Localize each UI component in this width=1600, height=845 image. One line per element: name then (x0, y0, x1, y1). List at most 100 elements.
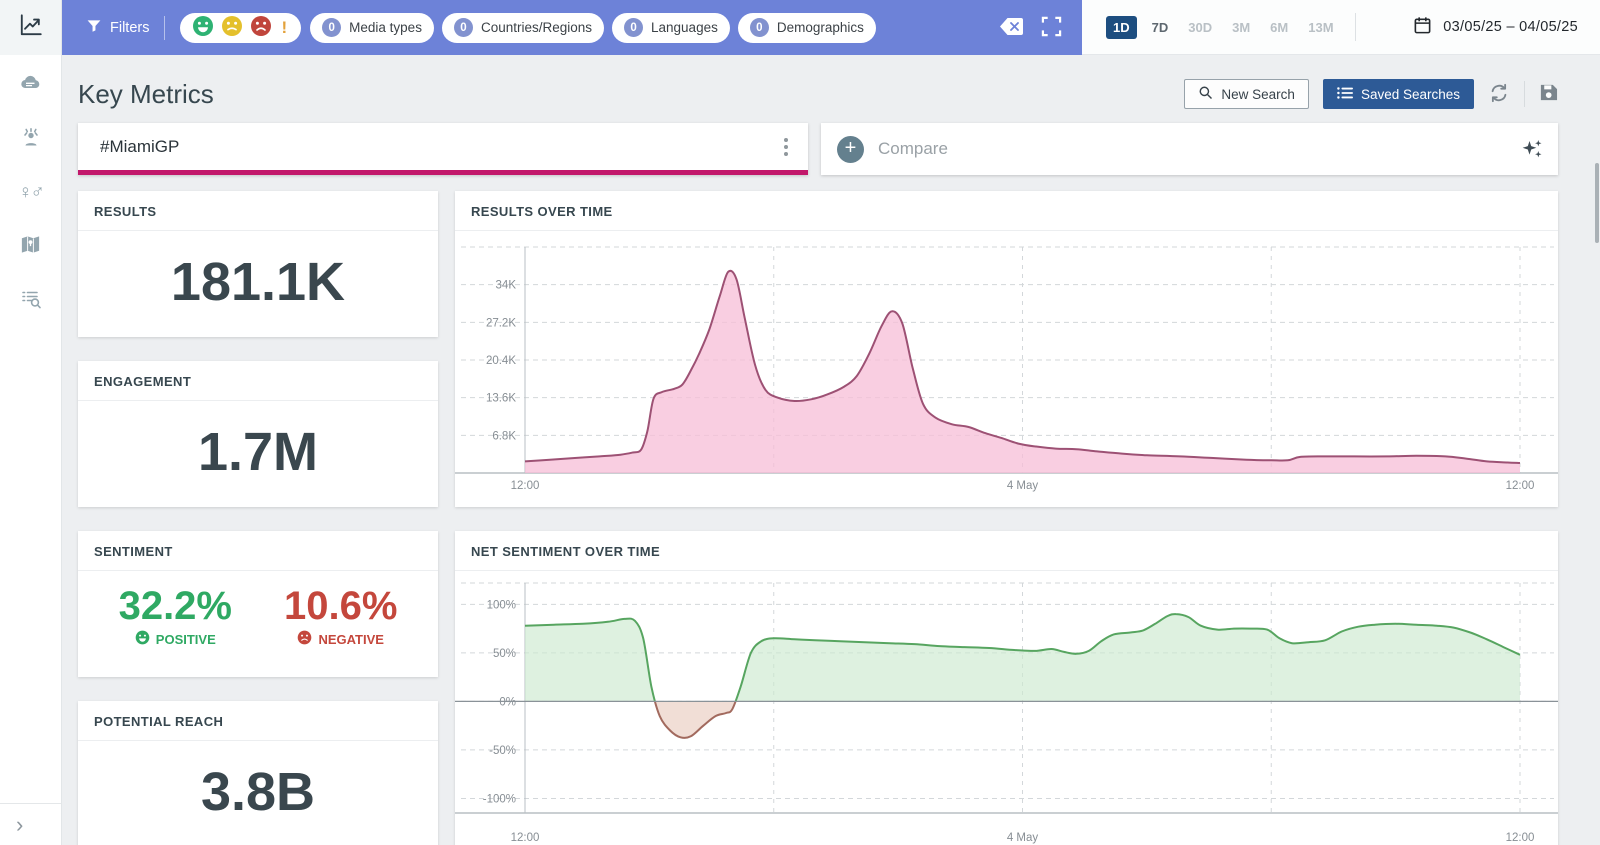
net-sentiment-over-time-chart[interactable]: 100% 50% 0% -50% -100% 12:00 4 May 12:00 (455, 571, 1558, 845)
svg-text:-50%: -50% (489, 745, 516, 757)
positive-sentiment-stat: 32.2% POSITIVE (119, 584, 232, 648)
calendar-icon (1413, 16, 1432, 39)
range-chip-13m[interactable]: 13M (1303, 16, 1338, 39)
svg-text:4 May: 4 May (1007, 832, 1039, 844)
sparkles-ai-icon[interactable] (1520, 137, 1544, 161)
results-value: 181.1K (78, 231, 438, 333)
range-chip-30d[interactable]: 30D (1183, 16, 1217, 39)
negative-sentiment-icon (250, 15, 272, 40)
kebab-menu-icon[interactable] (778, 132, 794, 162)
svg-text:13.6K: 13.6K (486, 393, 516, 405)
sidebar: ♀♂ › (0, 0, 62, 845)
results-over-time-chart[interactable]: 34K27.2K20.4K13.6K6.8K12:004 May12:00 (455, 231, 1558, 499)
chevron-right-icon: › (16, 812, 23, 838)
flagged-sentiment-icon: ! (279, 18, 289, 38)
gender-icon: ♀♂ (18, 182, 43, 204)
results-chart-title: RESULTS OVER TIME (455, 191, 1558, 231)
new-search-button[interactable]: New Search (1184, 79, 1309, 109)
sidebar-collapse-button[interactable]: › (0, 803, 61, 845)
filter-pill-demographics[interactable]: 0 Demographics (738, 13, 876, 43)
refresh-button[interactable] (1488, 82, 1510, 107)
trend-chart-icon (18, 12, 44, 43)
results-over-time-card: RESULTS OVER TIME 34K27.2K20.4K13.6K6.8K… (455, 191, 1558, 507)
sidebar-item-word-cloud[interactable] (19, 73, 43, 97)
svg-text:12:00: 12:00 (511, 832, 540, 844)
divider (1524, 81, 1525, 107)
negative-sentiment-value: 10.6% (284, 584, 397, 629)
engagement-value: 1.7M (78, 401, 438, 503)
svg-text:12:00: 12:00 (1506, 480, 1535, 492)
range-chip-6m[interactable]: 6M (1265, 16, 1293, 39)
svg-text:27.2K: 27.2K (486, 317, 516, 329)
influencer-icon (19, 125, 43, 154)
search-query-value: #MiamiGP (100, 137, 179, 157)
results-card-title: RESULTS (78, 191, 438, 231)
search-query-box[interactable]: #MiamiGP (78, 123, 808, 175)
search-icon (1198, 85, 1213, 103)
svg-text:50%: 50% (493, 648, 516, 660)
range-chip-3m[interactable]: 3M (1227, 16, 1255, 39)
positive-sentiment-value: 32.2% (119, 584, 232, 629)
main-content: Key Metrics New Search Saved Searches (62, 55, 1600, 845)
net-sentiment-over-time-card: NET SENTIMENT OVER TIME 100% 50% 0% -50% -10… (455, 531, 1558, 845)
range-chip-7d[interactable]: 7D (1147, 16, 1174, 39)
positive-sentiment-icon (192, 15, 214, 40)
date-range-value: 03/05/25 – 04/05/25 (1443, 19, 1578, 35)
sidebar-item-results-list[interactable] (19, 289, 43, 313)
filters-label: Filters (110, 20, 149, 36)
filter-count-badge: 0 (624, 18, 643, 37)
filter-pill-media-types[interactable]: 0Media types (310, 13, 434, 43)
svg-text:0%: 0% (499, 696, 516, 708)
filter-count-badge: 0 (454, 18, 473, 37)
svg-text:34K: 34K (496, 280, 517, 292)
sidebar-item-influencers[interactable] (19, 127, 43, 151)
compare-box[interactable]: + Compare (821, 123, 1558, 175)
filter-pill-label: Demographics (777, 20, 864, 35)
sidebar-item-demographics[interactable]: ♀♂ (19, 181, 43, 205)
clear-filters-button[interactable] (995, 13, 1028, 43)
sidebar-item-map[interactable] (19, 235, 43, 259)
fullscreen-button[interactable] (1037, 12, 1066, 44)
filter-pill-label: Languages (651, 20, 718, 35)
sentiment-filter-pill[interactable]: ! (180, 13, 301, 43)
filter-pill-countries-regions[interactable]: 0Countries/Regions (442, 13, 604, 43)
svg-text:12:00: 12:00 (1506, 832, 1535, 844)
negative-sentiment-stat: 10.6% NEGATIVE (284, 584, 397, 648)
reach-value: 3.8B (78, 741, 438, 843)
engagement-card: ENGAGEMENT 1.7M (78, 361, 438, 507)
neutral-sentiment-icon (221, 15, 243, 40)
reach-card-title: POTENTIAL REACH (78, 701, 438, 741)
sidebar-item-analytics[interactable] (0, 0, 61, 55)
divider (164, 16, 165, 40)
refresh-icon (1488, 82, 1510, 107)
svg-text:4 May: 4 May (1007, 480, 1039, 492)
fullscreen-icon (1041, 16, 1062, 40)
filter-count-badge: 0 (750, 18, 769, 37)
page-title: Key Metrics (78, 79, 214, 110)
range-chip-1d[interactable]: 1D (1106, 16, 1137, 39)
filter-bar: Filters ! 0Media types0Countries/Regions… (62, 0, 1082, 55)
engagement-card-title: ENGAGEMENT (78, 361, 438, 401)
results-card: RESULTS 181.1K (78, 191, 438, 337)
add-compare-icon[interactable]: + (837, 136, 864, 163)
divider (1355, 13, 1356, 41)
net-sentiment-chart-title: NET SENTIMENT OVER TIME (455, 531, 1558, 571)
negative-label: NEGATIVE (318, 632, 384, 647)
list-icon (1337, 86, 1353, 103)
sentiment-card-title: SENTIMENT (78, 531, 438, 571)
range-chip-group: 1D 7D 30D 3M 6M 13M (1106, 16, 1339, 39)
negative-face-icon (297, 630, 312, 648)
save-button[interactable] (1539, 83, 1558, 105)
time-range-bar: 1D 7D 30D 3M 6M 13M 03/05/25 – 04/05/25 (1082, 0, 1600, 55)
filters-button[interactable]: Filters (86, 18, 149, 38)
saved-searches-button[interactable]: Saved Searches (1323, 79, 1474, 109)
svg-text:-100%: -100% (483, 793, 516, 805)
filter-pill-label: Media types (349, 20, 422, 35)
scrollbar-thumb[interactable] (1595, 163, 1599, 243)
positive-face-icon (135, 630, 150, 648)
filter-pill-languages[interactable]: 0 Languages (612, 13, 730, 43)
svg-text:100%: 100% (487, 599, 516, 611)
date-range-picker[interactable]: 03/05/25 – 04/05/25 (1413, 16, 1578, 39)
funnel-icon (86, 18, 102, 38)
sentiment-card: SENTIMENT 32.2% POSITIVE 10.6% (78, 531, 438, 677)
